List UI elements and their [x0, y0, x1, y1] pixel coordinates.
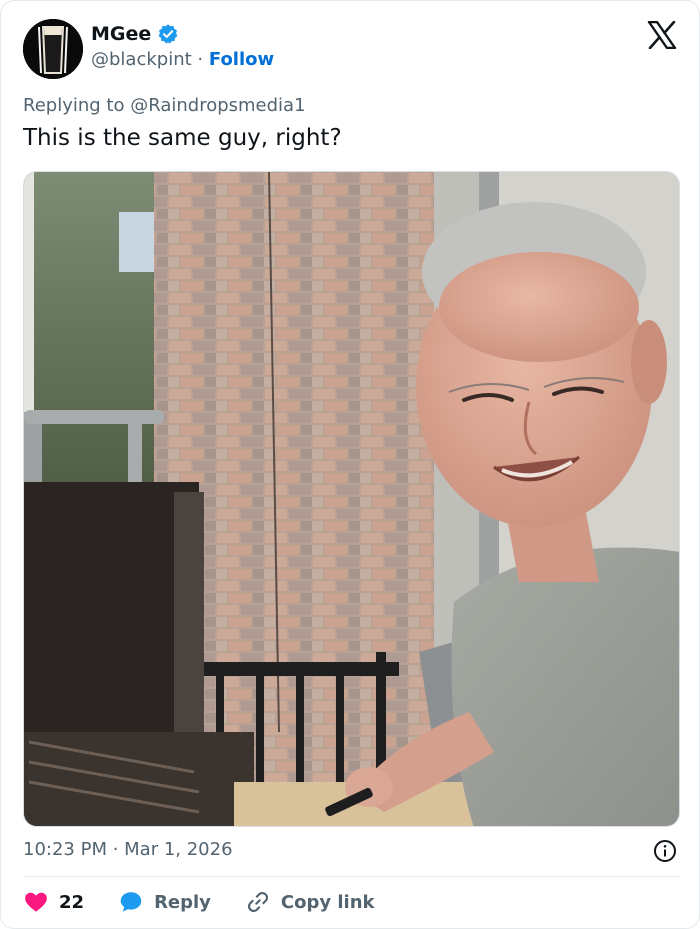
- heart-icon: [25, 892, 47, 912]
- action-bar: 22 Reply Copy link: [23, 889, 375, 915]
- verified-badge-icon: [158, 24, 178, 44]
- replying-to-line: Replying to @Raindropsmedia1: [23, 95, 306, 116]
- handle-row: @blackpint · Follow: [91, 49, 274, 70]
- tweet-text: This is the same guy, right?: [23, 125, 342, 151]
- divider: [23, 876, 680, 877]
- avatar-pint-glass-image: [23, 19, 83, 79]
- x-logo-icon[interactable]: [647, 21, 677, 49]
- tweet-photo[interactable]: [23, 171, 680, 827]
- author-name-row: MGee: [91, 23, 179, 45]
- info-icon[interactable]: [653, 839, 677, 863]
- like-count: 22: [59, 891, 85, 913]
- copy-link-button[interactable]: Copy link: [245, 889, 375, 915]
- author-handle[interactable]: @blackpint: [91, 49, 192, 70]
- photo-man-at-grill-illustration: [24, 172, 679, 826]
- display-name[interactable]: MGee: [91, 23, 151, 45]
- like-button[interactable]: 22: [23, 889, 84, 915]
- avatar[interactable]: [23, 19, 83, 79]
- tweet-timestamp[interactable]: 10:23 PM · Mar 1, 2026: [23, 839, 233, 860]
- tweet-card: MGee @blackpint · Follow Replying to @Ra…: [0, 0, 700, 929]
- reply-handle-link[interactable]: @Raindropsmedia1: [130, 95, 305, 116]
- reply-button[interactable]: Reply: [118, 889, 211, 915]
- copy-link-label: Copy link: [280, 891, 375, 913]
- follow-button[interactable]: Follow: [209, 49, 274, 70]
- speech-bubble-icon: [120, 892, 142, 912]
- reply-label: Reply: [154, 891, 211, 913]
- handle-separator: ·: [197, 49, 204, 70]
- reply-prefix: Replying to: [23, 95, 125, 116]
- link-icon: [247, 891, 268, 913]
